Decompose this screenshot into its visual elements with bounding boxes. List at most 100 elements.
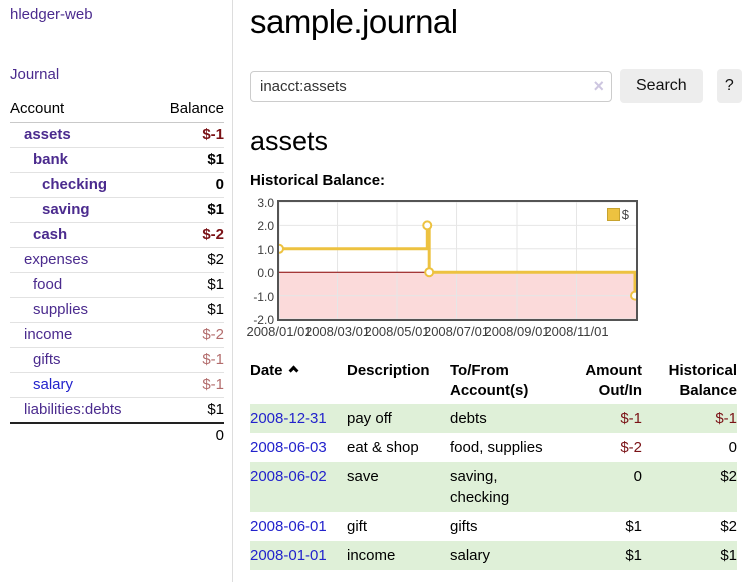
transaction-description: gift [347, 512, 450, 541]
help-button[interactable]: ? [717, 69, 742, 103]
account-link-saving[interactable]: saving [42, 201, 90, 218]
account-link-assets[interactable]: assets [24, 126, 71, 143]
account-balance: $1 [154, 273, 224, 298]
y-axis-tick-label: 3.0 [234, 196, 274, 210]
account-balance: $-1 [154, 123, 224, 148]
x-axis-tick-label: 2008/01/01 [246, 324, 311, 339]
transaction-balance: $2 [642, 512, 737, 541]
account-row: checking 0 [10, 173, 224, 198]
register-header-accounts: To/From Account(s) [450, 358, 562, 404]
account-link-supplies[interactable]: supplies [33, 301, 88, 318]
account-balance: $1 [154, 148, 224, 173]
y-axis-tick-label: 0.0 [234, 266, 274, 280]
transaction-amount: 0 [562, 462, 642, 512]
sidebar-item-journal[interactable]: Journal [10, 66, 224, 83]
transaction-balance: $1 [642, 541, 737, 570]
main-content: sample.journal × Search ? assets Histori… [250, 0, 742, 570]
sort-ascending-icon [288, 366, 298, 376]
transaction-date-link[interactable]: 2008-06-03 [250, 439, 327, 456]
transaction-balance: 0 [642, 433, 737, 462]
chart-legend: $ [607, 207, 629, 222]
register-row: 2008-01-01 income salary $1 $1 [250, 541, 737, 570]
account-row: assets $-1 [10, 123, 224, 148]
app-brand-link[interactable]: hledger-web [10, 6, 93, 23]
x-axis-tick-label: 2008/09/01 [484, 324, 549, 339]
transaction-amount: $1 [562, 512, 642, 541]
chart-heading: Historical Balance: [250, 172, 742, 189]
transaction-date-link[interactable]: 2008-01-01 [250, 547, 327, 564]
account-link-checking[interactable]: checking [42, 176, 107, 193]
register-header-amount: Amount Out/In [562, 358, 642, 404]
transaction-date-link[interactable]: 2008-12-31 [250, 410, 327, 427]
transaction-description: eat & shop [347, 433, 450, 462]
transaction-accounts: gifts [450, 512, 562, 541]
accounts-total-row: 0 [10, 423, 224, 448]
account-link-expenses[interactable]: expenses [24, 251, 88, 268]
account-link-cash[interactable]: cash [33, 226, 67, 243]
transaction-amount: $-2 [562, 433, 642, 462]
search-button[interactable]: Search [620, 69, 703, 103]
account-balance: $-1 [154, 373, 224, 398]
account-balance: 0 [154, 173, 224, 198]
register-header-balance: Historical Balance [642, 358, 737, 404]
account-link-food[interactable]: food [33, 276, 62, 293]
legend-swatch-icon [607, 208, 620, 221]
transaction-amount: $1 [562, 541, 642, 570]
account-row: saving $1 [10, 198, 224, 223]
sidebar: hledger-web Journal Account Balance asse… [0, 0, 233, 582]
legend-label: $ [622, 207, 629, 222]
y-axis-tick-label: -1.0 [234, 290, 274, 304]
x-axis-tick-label: 2008/07/01 [424, 324, 489, 339]
clear-search-icon[interactable]: × [593, 75, 604, 97]
register-table: Date Description To/From Account(s) Amou… [250, 358, 737, 570]
account-link-salary[interactable]: salary [33, 376, 73, 393]
account-balance: $-2 [154, 323, 224, 348]
account-row: income $-2 [10, 323, 224, 348]
account-row: salary $-1 [10, 373, 224, 398]
account-row: bank $1 [10, 148, 224, 173]
search-bar: × Search ? [250, 69, 742, 103]
transaction-date-link[interactable]: 2008-06-01 [250, 518, 327, 535]
account-link-bank[interactable]: bank [33, 151, 68, 168]
account-balance: $2 [154, 248, 224, 273]
account-row: liabilities:debts $1 [10, 398, 224, 424]
y-axis-tick-label: 1.0 [234, 243, 274, 257]
accounts-total-value: 0 [154, 423, 224, 448]
register-row: 2008-12-31 pay off debts $-1 $-1 [250, 404, 737, 433]
accounts-table: Account Balance assets $-1 bank $1 check… [10, 96, 224, 448]
account-row: gifts $-1 [10, 348, 224, 373]
transaction-date-link[interactable]: 2008-06-02 [250, 468, 327, 485]
register-row: 2008-06-01 gift gifts $1 $2 [250, 512, 737, 541]
account-link-income[interactable]: income [24, 326, 72, 343]
account-link-liabilities-debts[interactable]: liabilities:debts [24, 401, 122, 418]
account-row: food $1 [10, 273, 224, 298]
register-row: 2008-06-02 save saving, checking 0 $2 [250, 462, 737, 512]
transaction-description: save [347, 462, 450, 512]
account-row: supplies $1 [10, 298, 224, 323]
transaction-accounts: salary [450, 541, 562, 570]
x-axis-tick-label: 2008/05/01 [364, 324, 429, 339]
accounts-header-balance: Balance [154, 96, 224, 123]
transaction-balance: $-1 [642, 404, 737, 433]
transaction-description: pay off [347, 404, 450, 433]
account-balance: $1 [154, 198, 224, 223]
transaction-accounts: debts [450, 404, 562, 433]
account-balance: $1 [154, 298, 224, 323]
transaction-description: income [347, 541, 450, 570]
account-balance: $-1 [154, 348, 224, 373]
transaction-balance: $2 [642, 462, 737, 512]
search-input[interactable] [250, 71, 612, 102]
chart-plot-area: $ [277, 200, 638, 321]
register-header-description: Description [347, 358, 450, 404]
accounts-header-account: Account [10, 96, 154, 123]
register-header-date[interactable]: Date [250, 358, 347, 404]
chart-canvas [279, 202, 636, 319]
account-link-gifts[interactable]: gifts [33, 351, 61, 368]
account-balance: $-2 [154, 223, 224, 248]
transaction-amount: $-1 [562, 404, 642, 433]
account-balance: $1 [154, 398, 224, 424]
register-row: 2008-06-03 eat & shop food, supplies $-2… [250, 433, 737, 462]
chart: $ 3.02.01.00.0-1.0-2.02008/01/012008/03/… [250, 200, 742, 342]
page-title: sample.journal [250, 3, 742, 41]
x-axis-tick-label: 2008/11/01 [544, 324, 608, 339]
